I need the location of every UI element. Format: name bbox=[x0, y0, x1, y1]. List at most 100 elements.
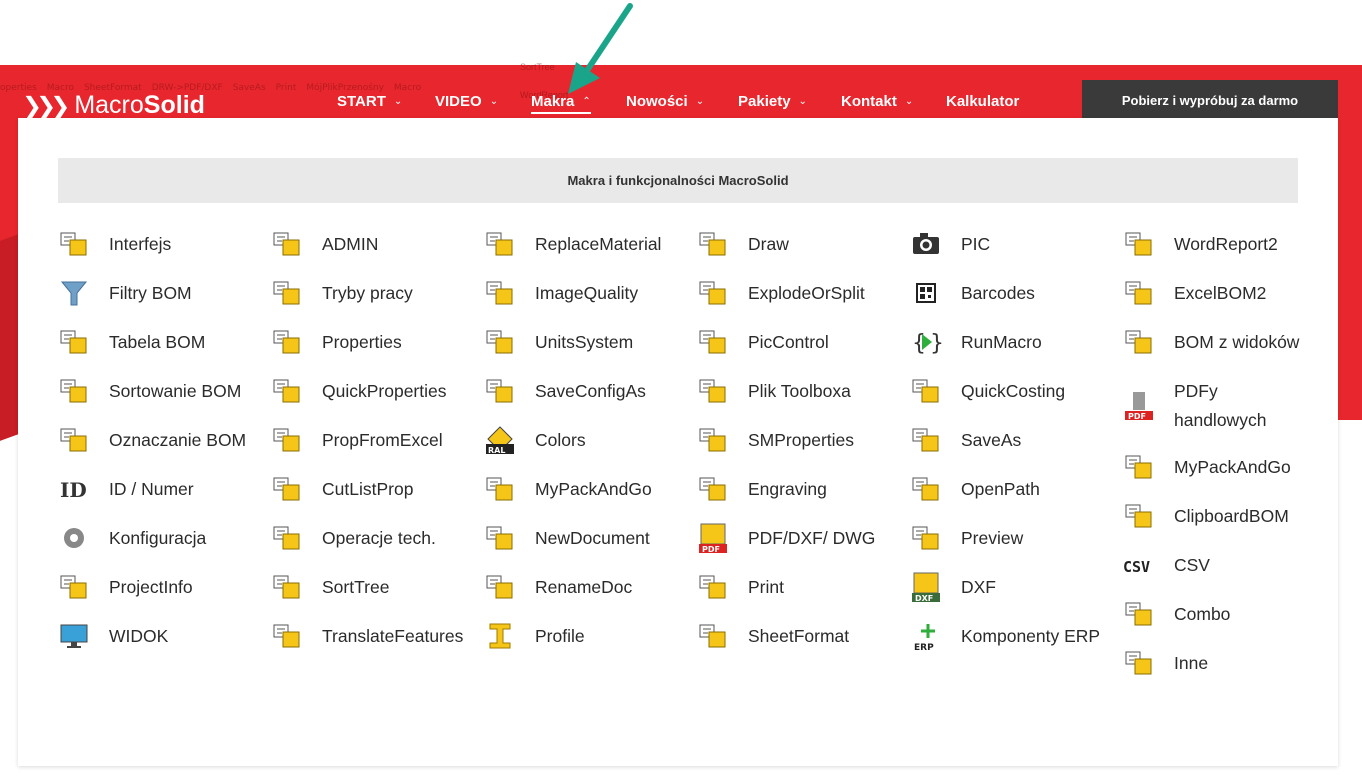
macro-link-label: Sortowanie BOM bbox=[109, 381, 242, 401]
macro-link[interactable]: RenameDoc bbox=[484, 573, 697, 604]
macro-link[interactable]: TranslateFeatures bbox=[271, 622, 484, 653]
macro-link[interactable]: ExcelBOM2 bbox=[1123, 279, 1336, 310]
sort-icon bbox=[60, 379, 87, 403]
macro-link[interactable]: SaveAs bbox=[910, 426, 1123, 457]
download-trial-button[interactable]: Pobierz i wypróbuj za darmo bbox=[1082, 80, 1338, 120]
macro-link-label: ExplodeOrSplit bbox=[748, 283, 865, 303]
macro-link[interactable]: ExplodeOrSplit bbox=[697, 279, 910, 310]
macro-link[interactable]: SaveConfigAs bbox=[484, 377, 697, 408]
macro-link[interactable]: {} RunMacro bbox=[910, 328, 1123, 359]
macro-link[interactable]: QuickCosting bbox=[910, 377, 1123, 408]
macro-link[interactable]: DXF DXF bbox=[910, 572, 1123, 604]
macro-link[interactable]: OpenPath bbox=[910, 475, 1123, 506]
macro-link[interactable]: Tabela BOM bbox=[58, 328, 271, 359]
macro-link[interactable]: Engraving bbox=[697, 475, 910, 506]
macro-link[interactable]: SMProperties bbox=[697, 426, 910, 457]
macro-link-label: SaveConfigAs bbox=[535, 381, 646, 401]
macro-link[interactable]: Inne bbox=[1123, 649, 1336, 680]
macro-link[interactable]: MyPackAndGo bbox=[484, 475, 697, 506]
clipboard-icon bbox=[1125, 504, 1152, 528]
nav-pakiety[interactable]: Pakiety ⌄ bbox=[738, 93, 807, 110]
svg-text:RAL: RAL bbox=[488, 446, 505, 455]
macro-link[interactable]: NewDocument bbox=[484, 524, 697, 555]
macro-link[interactable]: ERP Komponenty ERP bbox=[910, 622, 1123, 653]
nav-start[interactable]: START ⌄ bbox=[337, 93, 402, 110]
macro-link[interactable]: WordReport2 bbox=[1123, 230, 1336, 261]
macro-link-label: SaveAs bbox=[961, 430, 1022, 450]
save-as-icon bbox=[912, 428, 939, 452]
new-document-icon bbox=[486, 526, 513, 550]
macro-link-label: Filtry BOM bbox=[109, 283, 192, 303]
macro-link[interactable]: MyPackAndGo bbox=[1123, 453, 1336, 484]
macro-link-label: Tabela BOM bbox=[109, 332, 206, 352]
macro-link[interactable]: PIC bbox=[910, 230, 1123, 261]
logo-text: MacroSolid bbox=[74, 91, 205, 119]
macro-link-label: CSV bbox=[1174, 555, 1210, 575]
macro-link-label: TranslateFeatures bbox=[322, 626, 464, 646]
macro-link[interactable]: Print bbox=[697, 573, 910, 604]
macro-link[interactable]: ADMIN bbox=[271, 230, 484, 261]
macro-link[interactable]: Oznaczanie BOM bbox=[58, 426, 271, 457]
replace-material-icon bbox=[486, 232, 513, 256]
macro-link[interactable]: Draw bbox=[697, 230, 910, 261]
macro-link[interactable]: CSV CSV bbox=[1123, 551, 1336, 582]
macro-link[interactable]: Operacje tech. bbox=[271, 524, 484, 555]
macro-link-label: PIC bbox=[961, 234, 991, 254]
macro-link[interactable]: Konfiguracja bbox=[58, 524, 271, 555]
project-icon bbox=[60, 575, 87, 599]
macro-link[interactable]: Profile bbox=[484, 622, 697, 653]
macro-link[interactable]: Tryby pracy bbox=[271, 279, 484, 310]
nav-video[interactable]: VIDEO ⌄ bbox=[435, 93, 498, 110]
macro-link[interactable]: ReplaceMaterial bbox=[484, 230, 697, 261]
macro-link[interactable]: Filtry BOM bbox=[58, 279, 271, 310]
macro-link-label: ID / Numer bbox=[109, 479, 194, 499]
macro-link[interactable]: CutListProp bbox=[271, 475, 484, 506]
macro-link-label: NewDocument bbox=[535, 528, 650, 548]
macro-link-label: ADMIN bbox=[322, 234, 379, 254]
macro-link[interactable]: PDF PDFy handlowych bbox=[1123, 377, 1336, 435]
macro-link[interactable]: PropFromExcel bbox=[271, 426, 484, 457]
macro-link-label: ClipboardBOM bbox=[1174, 506, 1289, 526]
logo[interactable]: ❯❯❯ MacroSolid bbox=[22, 91, 205, 120]
macro-link[interactable]: Barcodes bbox=[910, 279, 1123, 310]
macro-link[interactable]: ImageQuality bbox=[484, 279, 697, 310]
macro-link[interactable]: ID ID / Numer bbox=[58, 475, 271, 506]
macro-link-label: RenameDoc bbox=[535, 577, 633, 597]
macro-link[interactable]: PDF PDF/DXF/ DWG bbox=[697, 523, 910, 555]
pic-control-icon bbox=[699, 330, 726, 354]
printer-icon bbox=[699, 575, 726, 599]
macro-link[interactable]: Preview bbox=[910, 524, 1123, 555]
macro-link-label: UnitsSystem bbox=[535, 332, 634, 352]
macro-link-label: Preview bbox=[961, 528, 1024, 548]
macro-column: ADMIN Tryby pracy Properties QuickPropertie… bbox=[271, 230, 484, 671]
svg-text:}: } bbox=[930, 331, 942, 356]
nav-kontakt[interactable]: Kontakt ⌄ bbox=[841, 93, 913, 110]
macro-link[interactable]: PicControl bbox=[697, 328, 910, 359]
macro-link[interactable]: QuickProperties bbox=[271, 377, 484, 408]
macro-link[interactable]: RAL Colors bbox=[484, 426, 697, 457]
macro-link-label: SheetFormat bbox=[748, 626, 850, 646]
nav-kalkulator[interactable]: Kalkulator bbox=[946, 93, 1019, 110]
macro-link-label: WordReport2 bbox=[1174, 234, 1278, 254]
macro-link-label: Interfejs bbox=[109, 234, 172, 254]
macro-column: Draw ExplodeOrSplit PicControl Plik Toolbox… bbox=[697, 230, 910, 671]
ghost-label: Print bbox=[275, 83, 297, 93]
macro-link[interactable]: UnitsSystem bbox=[484, 328, 697, 359]
macro-link[interactable]: Sortowanie BOM bbox=[58, 377, 271, 408]
macro-link[interactable]: Properties bbox=[271, 328, 484, 359]
macro-link[interactable]: SheetFormat bbox=[697, 622, 910, 653]
table-gear-icon bbox=[60, 330, 87, 354]
macro-link[interactable]: ClipboardBOM bbox=[1123, 502, 1336, 533]
macro-link-label: CutListProp bbox=[322, 479, 414, 499]
macro-link[interactable]: BOM z widoków bbox=[1123, 328, 1336, 359]
macro-link[interactable]: WIDOK bbox=[58, 622, 271, 653]
macro-link[interactable]: SortTree bbox=[271, 573, 484, 604]
macro-link-label: ProjectInfo bbox=[109, 577, 193, 597]
macro-link[interactable]: ProjectInfo bbox=[58, 573, 271, 604]
macro-link[interactable]: Interfejs bbox=[58, 230, 271, 261]
folder-icon bbox=[912, 477, 939, 501]
macro-link[interactable]: Combo bbox=[1123, 600, 1336, 631]
sheetmetal-icon bbox=[699, 428, 726, 452]
macro-link[interactable]: Plik Toolboxa bbox=[697, 377, 910, 408]
other-icon bbox=[1125, 651, 1152, 675]
